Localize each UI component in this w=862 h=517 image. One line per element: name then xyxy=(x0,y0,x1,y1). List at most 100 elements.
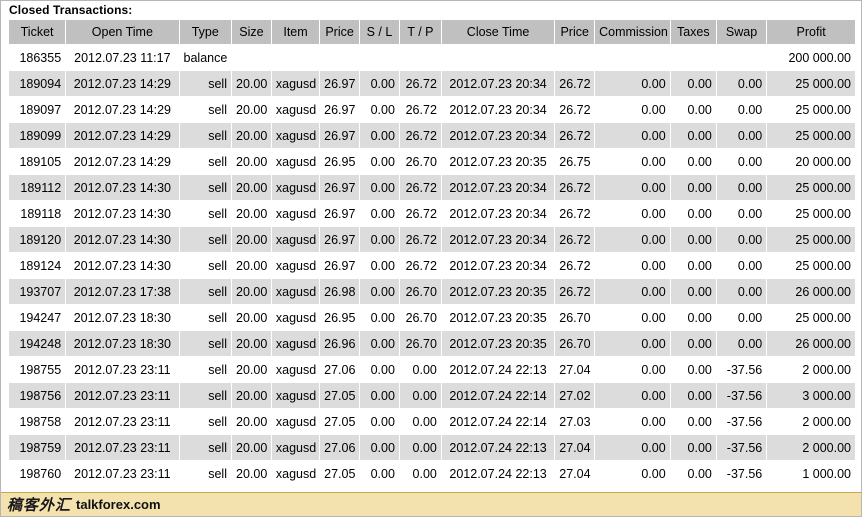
cell-commission: 0.00 xyxy=(594,356,671,383)
cell-profit: 25 000.00 xyxy=(766,304,855,331)
cell-type: sell xyxy=(179,382,233,409)
table-row[interactable]: 189120 2012.07.23 14:30 sell 20.00 xagusd 26.… xyxy=(9,226,855,253)
cell-ticket: 189099 xyxy=(9,122,67,149)
cell-price_close: 26.72 xyxy=(554,226,596,253)
cell-ticket: 189112 xyxy=(9,174,67,201)
cell-open_time: 2012.07.23 14:29 xyxy=(65,122,180,149)
table-row[interactable]: 194248 2012.07.23 18:30 sell 20.00 xagusd 26.… xyxy=(9,330,855,357)
cell-ticket: 189105 xyxy=(9,148,67,175)
cell-price_open: 26.97 xyxy=(319,174,361,201)
table-row[interactable]: 198759 2012.07.23 23:11 sell 20.00 xagusd 27.… xyxy=(9,434,855,461)
cell-sl: 0.00 xyxy=(359,96,400,123)
cell-ticket: 189120 xyxy=(9,226,67,253)
cell-open_time: 2012.07.23 23:11 xyxy=(65,460,180,487)
cell-price_open: 27.05 xyxy=(319,460,361,487)
cell-type: sell xyxy=(179,460,233,487)
cell-price_open: 26.95 xyxy=(319,148,361,175)
column-header-swap[interactable]: Swap xyxy=(716,20,768,45)
table-row[interactable]: 193707 2012.07.23 17:38 sell 20.00 xagusd 26.… xyxy=(9,278,855,305)
column-header-open_time[interactable]: Open Time xyxy=(65,20,180,45)
cell-commission: 0.00 xyxy=(594,96,671,123)
column-header-price_open[interactable]: Price xyxy=(319,20,361,45)
cell-type: sell xyxy=(179,304,233,331)
table-row[interactable]: 194247 2012.07.23 18:30 sell 20.00 xagusd 26.… xyxy=(9,304,855,331)
cell-close_time: 2012.07.23 20:34 xyxy=(441,96,556,123)
cell-sl: 0.00 xyxy=(359,330,400,357)
cell-tp: 26.72 xyxy=(399,226,442,253)
cell-swap: 0.00 xyxy=(716,148,768,175)
report-window: Closed Transactions: Ticket Open Time Type… xyxy=(0,0,862,517)
cell-price_open: 27.06 xyxy=(319,434,361,461)
cell-tp: 26.70 xyxy=(399,148,442,175)
cell-taxes: 0.00 xyxy=(670,434,717,461)
cell-type: sell xyxy=(179,148,233,175)
table-row[interactable]: 198760 2012.07.23 23:11 sell 20.00 xagusd 27.… xyxy=(9,460,855,487)
cell-swap: 0.00 xyxy=(716,252,768,279)
cell-close_time xyxy=(441,44,556,71)
cell-swap xyxy=(716,44,768,71)
cell-item: xagusd xyxy=(271,278,321,305)
cell-price_open: 26.97 xyxy=(319,70,361,97)
cell-profit: 2 000.00 xyxy=(766,356,855,383)
cell-tp: 26.72 xyxy=(399,200,442,227)
column-header-close_time[interactable]: Close Time xyxy=(441,20,556,45)
column-header-taxes[interactable]: Taxes xyxy=(670,20,717,45)
cell-type: sell xyxy=(179,174,233,201)
cell-tp: 0.00 xyxy=(399,382,442,409)
cell-commission: 0.00 xyxy=(594,460,671,487)
cell-sl: 0.00 xyxy=(359,148,400,175)
cell-profit: 26 000.00 xyxy=(766,278,855,305)
cell-type: sell xyxy=(179,70,233,97)
cell-tp: 0.00 xyxy=(399,356,442,383)
cell-open_time: 2012.07.23 18:30 xyxy=(65,304,180,331)
column-header-size[interactable]: Size xyxy=(231,20,272,45)
column-header-tp[interactable]: T / P xyxy=(399,20,442,45)
column-header-commission[interactable]: Commission xyxy=(594,20,671,45)
cell-size: 20.00 xyxy=(231,304,272,331)
table-row[interactable]: 198758 2012.07.23 23:11 sell 20.00 xagusd 27.… xyxy=(9,408,855,435)
cell-profit: 25 000.00 xyxy=(766,122,855,149)
table-row[interactable]: 189105 2012.07.23 14:29 sell 20.00 xagusd 26.… xyxy=(9,148,855,175)
table-row[interactable]: 189118 2012.07.23 14:30 sell 20.00 xagusd 26.… xyxy=(9,200,855,227)
cell-ticket: 198755 xyxy=(9,356,67,383)
cell-type: sell xyxy=(179,278,233,305)
cell-profit: 25 000.00 xyxy=(766,200,855,227)
cell-open_time: 2012.07.23 23:11 xyxy=(65,434,180,461)
column-header-ticket[interactable]: Ticket xyxy=(9,20,67,45)
cell-sl: 0.00 xyxy=(359,304,400,331)
cell-price_open: 26.96 xyxy=(319,330,361,357)
table-scroll-region[interactable]: Ticket Open Time Type Size Item Price S / LT /… xyxy=(1,20,861,514)
table-row[interactable]: 186355 2012.07.23 11:17 balance 200 000.00 xyxy=(9,44,855,71)
cell-price_close: 26.72 xyxy=(554,122,596,149)
cell-price_open: 27.06 xyxy=(319,356,361,383)
table-row[interactable]: 189099 2012.07.23 14:29 sell 20.00 xagusd 26.… xyxy=(9,122,855,149)
cell-sl: 0.00 xyxy=(359,434,400,461)
cell-size: 20.00 xyxy=(231,226,272,253)
cell-tp: 26.72 xyxy=(399,96,442,123)
cell-size xyxy=(231,44,272,71)
cell-profit: 25 000.00 xyxy=(766,96,855,123)
cell-size: 20.00 xyxy=(231,174,272,201)
cell-open_time: 2012.07.23 23:11 xyxy=(65,408,180,435)
cell-sl xyxy=(359,44,400,71)
table-row[interactable]: 189097 2012.07.23 14:29 sell 20.00 xagusd 26.… xyxy=(9,96,855,123)
cell-size: 20.00 xyxy=(231,356,272,383)
cell-swap: 0.00 xyxy=(716,122,768,149)
cell-close_time: 2012.07.23 20:35 xyxy=(441,278,556,305)
cell-price_close: 27.04 xyxy=(554,356,596,383)
table-row[interactable]: 189124 2012.07.23 14:30 sell 20.00 xagusd 26.… xyxy=(9,252,855,279)
column-header-type[interactable]: Type xyxy=(179,20,233,45)
column-header-price_close[interactable]: Price xyxy=(554,20,596,45)
column-header-sl[interactable]: S / L xyxy=(359,20,400,45)
table-row[interactable]: 198755 2012.07.23 23:11 sell 20.00 xagusd 27.… xyxy=(9,356,855,383)
cell-size: 20.00 xyxy=(231,434,272,461)
cell-price_close: 26.72 xyxy=(554,174,596,201)
cell-commission: 0.00 xyxy=(594,382,671,409)
table-row[interactable]: 189112 2012.07.23 14:30 sell 20.00 xagusd 26.… xyxy=(9,174,855,201)
column-header-item[interactable]: Item xyxy=(271,20,321,45)
column-header-profit[interactable]: Profit xyxy=(766,20,855,45)
cell-tp: 26.70 xyxy=(399,304,442,331)
table-row[interactable]: 198756 2012.07.23 23:11 sell 20.00 xagusd 27.… xyxy=(9,382,855,409)
table-row[interactable]: 189094 2012.07.23 14:29 sell 20.00 xagusd 26.… xyxy=(9,70,855,97)
cell-profit: 1 000.00 xyxy=(766,460,855,487)
